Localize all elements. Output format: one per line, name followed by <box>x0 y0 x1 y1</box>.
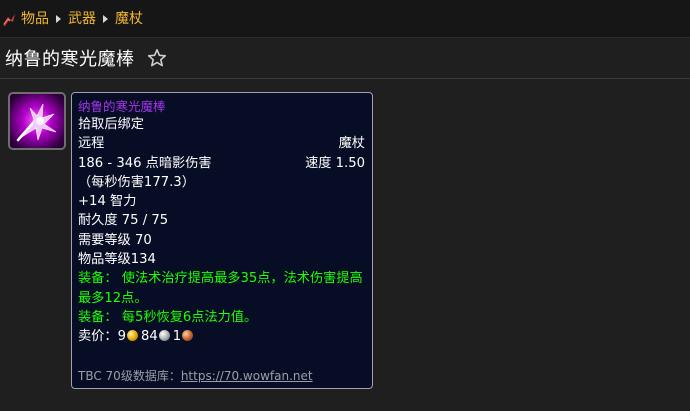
sell-price-silver: 84 <box>140 329 158 345</box>
silver-coin-icon <box>158 330 170 342</box>
star-outline-icon[interactable] <box>147 48 167 68</box>
item-type: 魔杖 <box>338 136 365 152</box>
tooltip-footer: TBC 70级数据库：https://70.wowfan.net <box>78 367 313 384</box>
chevron-right-icon <box>56 14 61 23</box>
item-level: 物品等级134 <box>78 252 156 268</box>
item-durability: 耐久度 75 / 75 <box>78 213 169 229</box>
item-intellect: +14 智力 <box>78 194 137 210</box>
item-dps: （每秒伤害177.3） <box>78 174 195 190</box>
breadcrumb-item-weapons[interactable]: 武器 <box>68 0 96 38</box>
item-slot: 远程 <box>78 136 105 152</box>
gold-coin-icon <box>126 330 138 342</box>
item-name: 纳鲁的寒光魔棒 <box>78 99 166 114</box>
breadcrumb: 物品 武器 魔杖 <box>0 0 690 38</box>
sell-price-gold: 9 <box>117 329 126 345</box>
item-required-level: 需要等级 70 <box>78 232 152 248</box>
item-bind: 拾取后绑定 <box>78 117 144 132</box>
crystal-wand-icon[interactable] <box>8 92 66 150</box>
item-damage: 186 - 346 点暗影伤害 <box>78 155 212 171</box>
divider <box>0 78 690 79</box>
item-slot-row: 远程 魔杖 <box>78 134 365 153</box>
sell-price-copper: 1 <box>172 329 182 345</box>
copper-coin-icon <box>182 330 194 342</box>
chevron-right-icon <box>103 14 108 23</box>
footer-link[interactable]: https://70.wowfan.net <box>181 369 313 383</box>
item-equip-effect: 装备： 使法术治疗提高最多35点，法术伤害提高最多12点。 <box>78 271 363 306</box>
breadcrumb-item-items[interactable]: 物品 <box>21 0 49 38</box>
footer-label: TBC 70级数据库： <box>78 369 181 383</box>
wowfan-logo-icon[interactable] <box>2 12 16 26</box>
title-row: 纳鲁的寒光魔棒 <box>0 38 690 78</box>
breadcrumb-item-wands[interactable]: 魔杖 <box>115 0 143 38</box>
item-tooltip: 纳鲁的寒光魔棒 拾取后绑定 远程 魔杖 186 - 346 点暗影伤害 速度 1… <box>71 92 373 389</box>
item-damage-row: 186 - 346 点暗影伤害 速度 1.50 <box>78 154 365 173</box>
sell-price-label: 卖价： <box>78 329 118 345</box>
item-speed: 速度 1.50 <box>305 155 365 171</box>
item-equip-effect: 装备： 每5秒恢复6点法力值。 <box>78 309 258 325</box>
page-title: 纳鲁的寒光魔棒 <box>5 49 135 70</box>
item-sell-price: 卖价：9 84 1 <box>78 327 365 346</box>
